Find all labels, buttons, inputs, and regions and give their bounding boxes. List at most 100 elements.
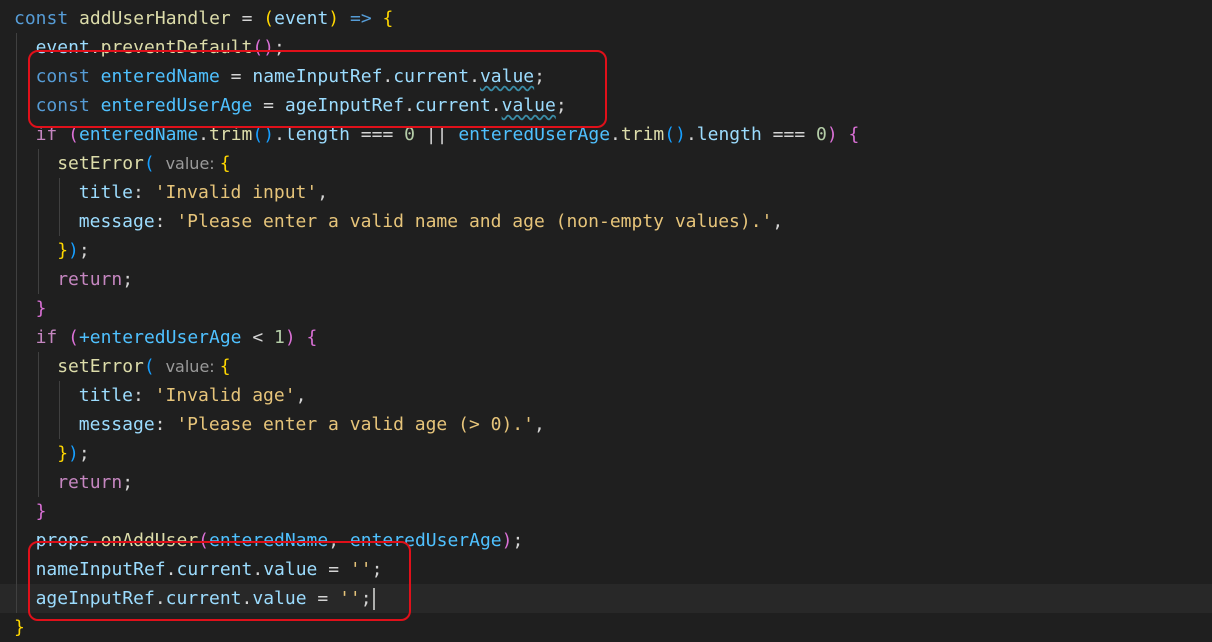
code-line-content: message: 'Please enter a valid age (> 0)…: [79, 410, 545, 439]
code-token: :: [132, 385, 155, 406]
code-line[interactable]: setError( value: {: [0, 149, 1212, 178]
code-token: .: [89, 530, 101, 551]
indent-guide: [59, 207, 61, 236]
code-token: 0: [404, 124, 415, 145]
code-token: {: [837, 124, 860, 145]
indent-guide: [59, 178, 61, 207]
code-line[interactable]: }: [0, 294, 1212, 323]
code-token: (: [143, 153, 166, 174]
code-token: ||: [414, 124, 459, 145]
code-line[interactable]: });: [0, 236, 1212, 265]
code-line[interactable]: title: 'Invalid age',: [0, 381, 1212, 410]
code-line-content: if (enteredName.trim().length === 0 || e…: [36, 120, 860, 149]
code-token: current: [176, 559, 253, 580]
code-line[interactable]: const enteredUserAge = ageInputRef.curre…: [0, 91, 1212, 120]
code-line-content: setError( value: {: [57, 149, 230, 178]
code-line[interactable]: props.onAddUser(enteredName, enteredUser…: [0, 526, 1212, 555]
indent-guide: [16, 352, 17, 381]
code-token: (: [263, 8, 275, 29]
indent-guide: [16, 265, 17, 294]
indent-guide: [37, 207, 39, 236]
code-token: ;: [78, 443, 90, 464]
code-token: enteredName: [78, 124, 199, 145]
code-token: current: [165, 588, 242, 609]
code-token: ;: [534, 66, 545, 87]
code-line[interactable]: title: 'Invalid input',: [0, 178, 1212, 207]
indent-guide: [37, 468, 39, 497]
code-token: '': [349, 559, 372, 580]
code-token: title: [78, 385, 133, 406]
code-token: ): [284, 327, 296, 348]
code-line[interactable]: }: [0, 497, 1212, 526]
code-editor[interactable]: const addUserHandler = (event) => {event…: [0, 0, 1212, 638]
indent-guide: [16, 468, 17, 497]
code-token: .: [382, 66, 394, 87]
code-token: {: [219, 356, 231, 377]
code-line-content: title: 'Invalid age',: [79, 381, 307, 410]
code-token: message: [78, 211, 155, 232]
code-line[interactable]: ageInputRef.current.value = '';: [0, 584, 1212, 613]
code-token: ,: [772, 211, 784, 232]
code-token: const: [14, 8, 80, 29]
code-token: ===: [349, 124, 405, 145]
indent-guide: [16, 526, 17, 555]
code-line[interactable]: if (+enteredUserAge < 1) {: [0, 323, 1212, 352]
code-token: (: [143, 356, 166, 377]
code-line-content: nameInputRef.current.value = '';: [36, 555, 383, 584]
code-token: .: [610, 124, 621, 145]
code-line[interactable]: const enteredName = nameInputRef.current…: [0, 62, 1212, 91]
code-token: :: [154, 414, 177, 435]
code-token: nameInputRef: [252, 66, 383, 87]
code-line-content: message: 'Please enter a valid name and …: [79, 207, 783, 236]
code-line[interactable]: }: [0, 613, 1212, 642]
code-token: ageInputRef: [35, 588, 155, 609]
code-line[interactable]: setError( value: {: [0, 352, 1212, 381]
code-token: message: [78, 414, 155, 435]
code-token: }: [35, 501, 47, 522]
code-line-content: });: [57, 439, 90, 468]
code-token: ;: [371, 559, 383, 580]
indent-guide: [37, 439, 39, 468]
code-line[interactable]: message: 'Please enter a valid name and …: [0, 207, 1212, 236]
code-line[interactable]: if (enteredName.trim().length === 0 || e…: [0, 120, 1212, 149]
code-line[interactable]: });: [0, 439, 1212, 468]
code-token: {: [219, 153, 231, 174]
code-line[interactable]: return;: [0, 468, 1212, 497]
code-token: ): [501, 530, 513, 551]
code-token: event: [274, 8, 329, 29]
code-line[interactable]: nameInputRef.current.value = '';: [0, 555, 1212, 584]
code-token: ): [826, 124, 838, 145]
code-token: enteredUserAge: [100, 95, 253, 116]
code-line-content: return;: [57, 468, 133, 497]
code-token: current: [393, 66, 470, 87]
indent-guide: [16, 410, 17, 439]
code-line-content: ageInputRef.current.value = '';: [36, 584, 375, 613]
code-line[interactable]: event.preventDefault();: [0, 33, 1212, 62]
code-line-content: const enteredName = nameInputRef.current…: [36, 62, 545, 91]
code-line[interactable]: return;: [0, 265, 1212, 294]
indent-guide: [16, 323, 17, 352]
code-token: }: [57, 240, 69, 261]
code-line-content: return;: [57, 265, 133, 294]
code-line[interactable]: const addUserHandler = (event) => {: [0, 4, 1212, 33]
code-token: 1: [274, 327, 285, 348]
code-line[interactable]: message: 'Please enter a valid age (> 0)…: [0, 410, 1212, 439]
code-token: .: [198, 124, 210, 145]
code-token: ;: [512, 530, 524, 551]
code-token: (): [664, 124, 686, 145]
code-token: .: [685, 124, 697, 145]
code-token: 0: [816, 124, 827, 145]
code-token: ;: [360, 588, 372, 609]
indent-guide: [16, 178, 17, 207]
code-token: ,: [295, 385, 307, 406]
code-token: '': [339, 588, 361, 609]
code-token: {: [382, 8, 394, 29]
code-token: (: [68, 327, 79, 348]
inlay-hint: value:: [165, 357, 220, 376]
code-token: 'Invalid input': [154, 182, 318, 203]
code-token: :: [154, 211, 177, 232]
code-token: preventDefault: [100, 37, 253, 58]
indent-guide: [16, 497, 17, 526]
code-token: :: [132, 182, 155, 203]
code-token: onAddUser: [100, 530, 199, 551]
